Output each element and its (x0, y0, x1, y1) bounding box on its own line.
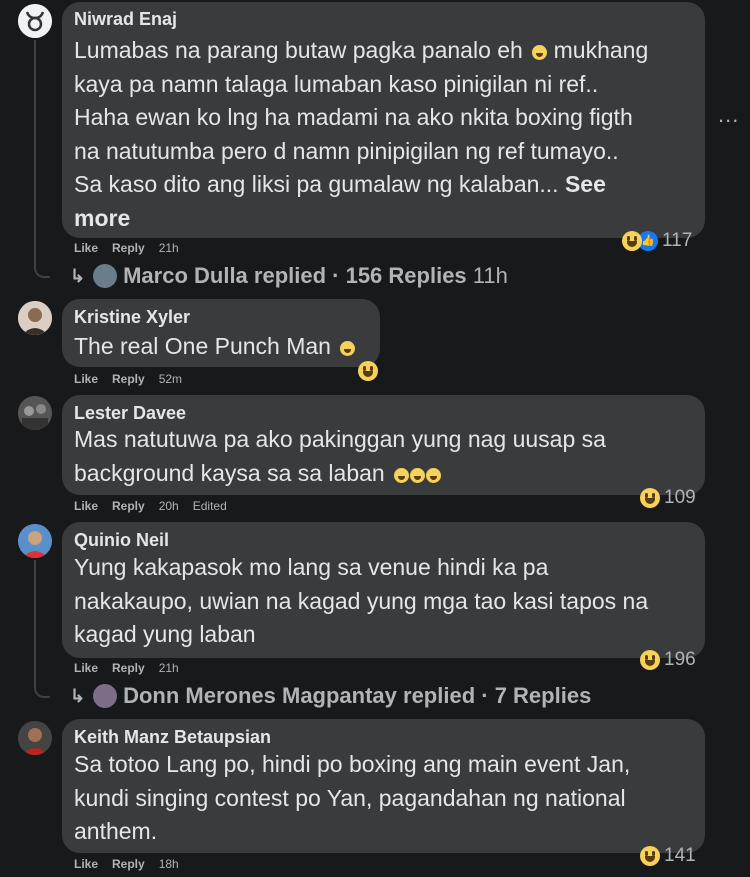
comment-bubble: Niwrad Enaj Lumabas na parang butaw pagk… (62, 2, 705, 238)
reaction-count: 141 (664, 845, 696, 866)
like-link[interactable]: Like (74, 661, 98, 675)
comment-actions: Like Reply 20h Edited (74, 499, 241, 513)
comment-actions: Like Reply 18h (74, 857, 193, 871)
comment-author[interactable]: Lester Davee (74, 403, 186, 424)
comment-time[interactable]: 20h (159, 499, 179, 513)
comment-time[interactable]: 21h (159, 241, 179, 255)
see-more-link-continued[interactable]: more (74, 205, 130, 231)
haha-icon (640, 846, 660, 866)
astonished-emoji-icon (340, 341, 356, 356)
haha-icon (622, 231, 642, 251)
thread-connector (34, 262, 50, 278)
view-replies-link[interactable]: ↳ Donn Merones Magpantay replied · 7 Rep… (70, 683, 591, 709)
comment-author[interactable]: Quinio Neil (74, 530, 169, 551)
reactions-summary[interactable]: 196 (640, 648, 696, 672)
avatar[interactable] (18, 721, 52, 755)
like-link[interactable]: Like (74, 857, 98, 871)
like-link[interactable]: Like (74, 372, 98, 386)
comment-bubble: Kristine Xyler The real One Punch Man (62, 299, 380, 367)
comment-bubble: Lester Davee Mas natutuwa pa ako pakingg… (62, 395, 705, 495)
comment-time[interactable]: 21h (159, 661, 179, 675)
haha-icon (640, 650, 660, 670)
profile-photo-icon (18, 301, 52, 335)
reply-link[interactable]: Reply (112, 372, 145, 386)
joy-emoji-icon (394, 467, 410, 483)
comment-text: The real One Punch Man (74, 330, 356, 364)
comment-text: Mas natutuwa pa ako pakinggan yung nag u… (74, 426, 606, 486)
comment-author[interactable]: Kristine Xyler (74, 307, 190, 328)
grinning-sweat-emoji-icon (532, 45, 548, 60)
replier-avatar (93, 264, 118, 288)
avatar[interactable] (18, 4, 52, 38)
comment-actions: Like Reply 52m (74, 372, 196, 386)
like-link[interactable]: Like (74, 241, 98, 255)
reply-link[interactable]: Reply (112, 241, 145, 255)
reactions-summary[interactable]: 141 (640, 844, 696, 868)
joy-emoji-icon (410, 467, 426, 483)
comment-bubble: Keith Manz Betaupsian Sa totoo Lang po, … (62, 719, 705, 853)
haha-icon (358, 361, 378, 381)
profile-photo-icon (18, 524, 52, 558)
reactions-summary[interactable]: 109 (640, 486, 696, 510)
comment-text: Sa totoo Lang po, hindi po boxing ang ma… (74, 751, 631, 844)
reply-link[interactable]: Reply (112, 661, 145, 675)
comment-author[interactable]: Keith Manz Betaupsian (74, 727, 271, 748)
like-link[interactable]: Like (74, 499, 98, 513)
haha-icon (640, 488, 660, 508)
avatar[interactable] (18, 301, 52, 335)
avatar[interactable] (18, 396, 52, 430)
profile-photo-icon (18, 721, 52, 755)
comment-bubble: Quinio Neil Yung kakapasok mo lang sa ve… (62, 522, 705, 658)
reactions-summary[interactable] (358, 359, 378, 383)
comment-time[interactable]: 18h (159, 857, 179, 871)
reply-link[interactable]: Reply (112, 857, 145, 871)
comment-actions: Like Reply 21h (74, 241, 193, 255)
comment-time[interactable]: 52m (159, 372, 182, 386)
reaction-count: 117 (662, 230, 693, 251)
comment-author[interactable]: Niwrad Enaj (74, 9, 177, 30)
more-options-icon[interactable]: ... (718, 102, 739, 128)
replier-avatar (93, 684, 118, 708)
profile-photo-icon (18, 396, 52, 430)
comment-text: Yung kakapasok mo lang sa venue hindi ka… (74, 554, 649, 647)
avatar[interactable] (18, 524, 52, 558)
taurus-icon (18, 4, 52, 38)
view-replies-link[interactable]: ↳ Marco Dulla replied · 156 Replies 11h (70, 263, 508, 289)
reply-arrow-icon: ↳ (70, 265, 86, 286)
reply-link[interactable]: Reply (112, 499, 145, 513)
reaction-count: 196 (664, 649, 696, 670)
thread-line (34, 40, 36, 266)
reply-arrow-icon: ↳ (70, 685, 86, 706)
reaction-count: 109 (664, 487, 696, 508)
reactions-summary[interactable]: 👍 117 (622, 229, 692, 253)
comment-actions: Like Reply 21h (74, 661, 193, 675)
edited-label: Edited (192, 499, 227, 513)
joy-emoji-icon (426, 467, 442, 483)
comment-text: Lumabas na parang butaw pagka panalo eh … (74, 37, 649, 231)
thread-connector (34, 682, 50, 698)
thread-line (34, 560, 36, 686)
see-more-link[interactable]: See (565, 171, 606, 197)
